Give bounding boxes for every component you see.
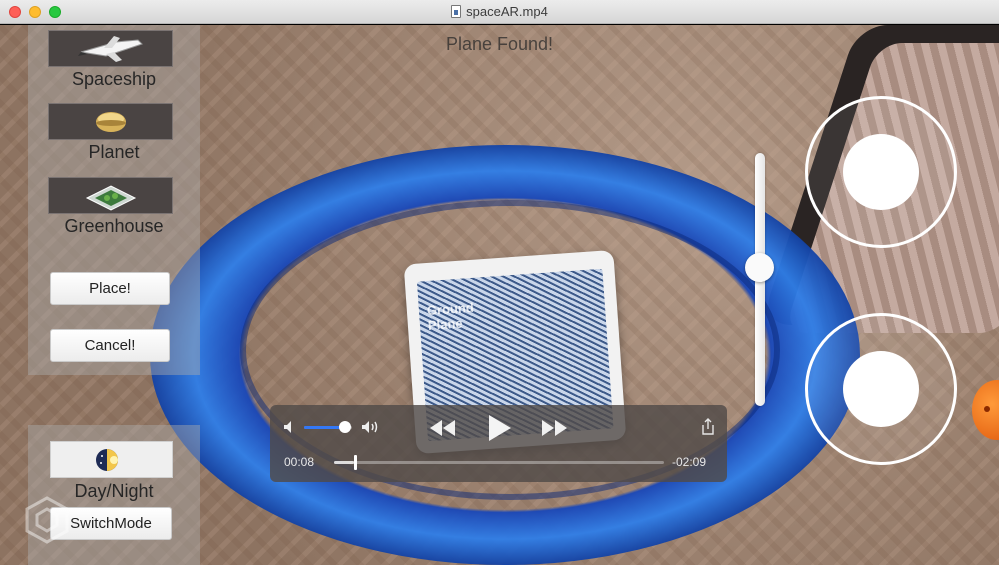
window-title-text: spaceAR.mp4 xyxy=(466,4,548,19)
vertical-slider-thumb[interactable] xyxy=(745,252,774,282)
planet-button[interactable] xyxy=(48,103,173,140)
current-time: 00:08 xyxy=(284,455,315,469)
scrubber[interactable] xyxy=(334,461,664,464)
joystick-bottom[interactable] xyxy=(805,313,957,465)
scrubber-progress xyxy=(334,461,354,464)
close-window-button[interactable] xyxy=(9,6,21,18)
planet-icon xyxy=(95,111,126,132)
volume-high-icon[interactable] xyxy=(360,418,384,436)
joystick-top-knob[interactable] xyxy=(843,134,919,210)
share-icon[interactable] xyxy=(700,417,716,437)
spaceship-icon xyxy=(77,35,143,62)
document-icon xyxy=(451,5,462,18)
orange-object xyxy=(972,380,999,440)
ipad-label: Ground Plane xyxy=(426,299,475,333)
greenhouse-label: Greenhouse xyxy=(64,216,164,236)
spaceship-button[interactable] xyxy=(48,30,173,67)
scrubber-handle[interactable] xyxy=(353,455,357,470)
ar-video-frame: Ground Plane Plane Found! Spaceship Plan… xyxy=(0,25,999,565)
place-button[interactable]: Place! xyxy=(50,272,170,305)
remaining-time: -02:09 xyxy=(672,455,707,469)
zoom-window-button[interactable] xyxy=(49,6,61,18)
volume-low-icon[interactable] xyxy=(282,418,298,436)
joystick-bottom-knob[interactable] xyxy=(843,351,919,427)
model-panel: Spaceship Planet Greenhouse Place! Cance… xyxy=(28,25,200,375)
unity-logo-icon xyxy=(25,496,69,544)
greenhouse-icon xyxy=(85,184,136,211)
title-bar: spaceAR.mp4 xyxy=(0,0,999,24)
rewind-icon[interactable] xyxy=(427,417,457,439)
cancel-button[interactable]: Cancel! xyxy=(50,329,170,362)
fast-forward-icon[interactable] xyxy=(540,417,570,439)
planet-label: Planet xyxy=(88,142,140,162)
joystick-top[interactable] xyxy=(805,96,957,248)
greenhouse-button[interactable] xyxy=(48,177,173,214)
volume-knob[interactable] xyxy=(338,421,351,433)
spaceship-label: Spaceship xyxy=(71,69,157,89)
day-night-icon xyxy=(95,448,118,471)
minimize-window-button[interactable] xyxy=(29,6,41,18)
window-title: spaceAR.mp4 xyxy=(451,4,548,19)
play-icon[interactable] xyxy=(484,413,514,443)
day-night-button[interactable] xyxy=(50,441,173,478)
video-controls: 00:08 -02:09 xyxy=(270,405,727,482)
